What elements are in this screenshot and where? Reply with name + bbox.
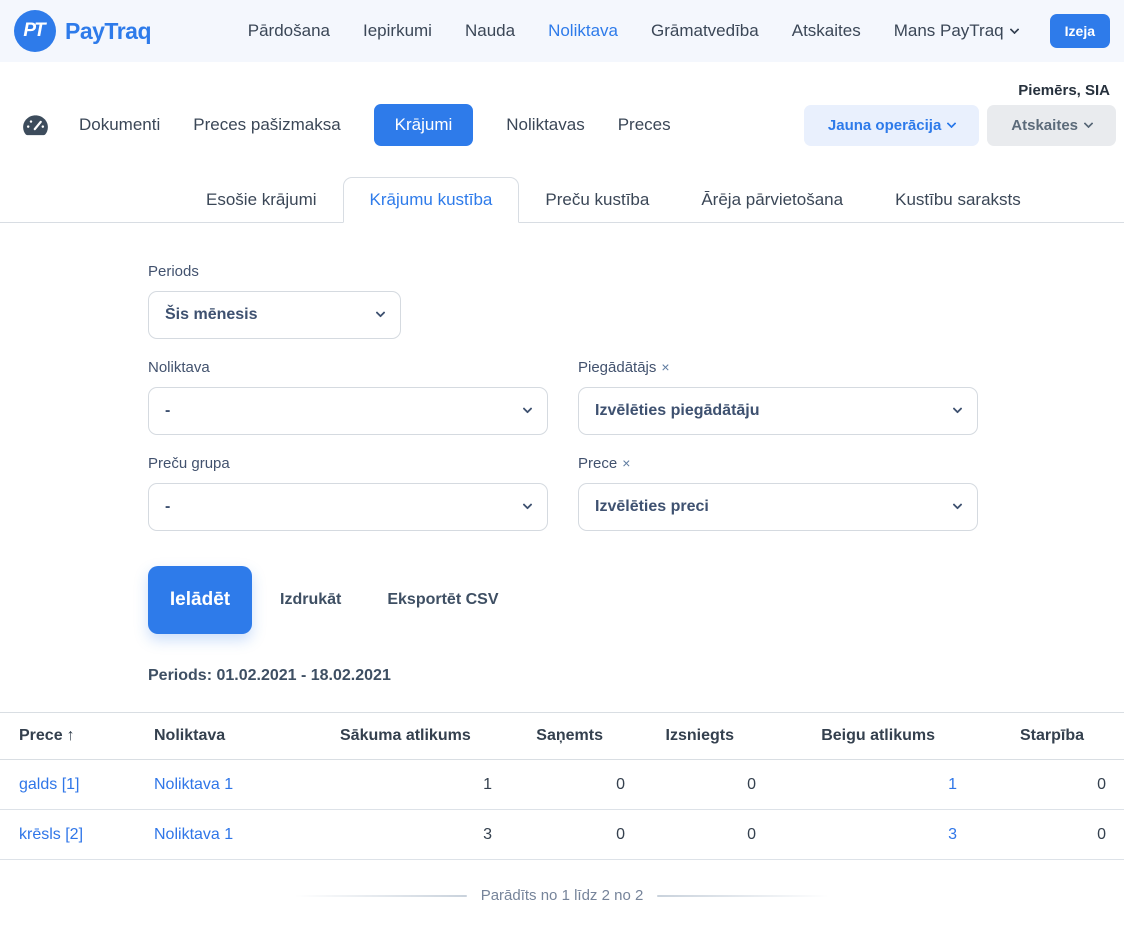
clear-filter-icon[interactable]: × bbox=[661, 359, 669, 375]
reports-button[interactable]: Atskaites bbox=[987, 104, 1116, 146]
closing-balance-link[interactable]: 1 bbox=[948, 776, 957, 793]
difference-value: 0 bbox=[975, 809, 1124, 860]
sort-asc-icon: ↑ bbox=[66, 727, 75, 744]
tab-areja-parvietosana[interactable]: Ārēja pārvietošana bbox=[675, 178, 869, 222]
tab-bar: Esošie krājumi Krājumu kustība Preču kus… bbox=[0, 177, 1124, 223]
stock-movement-table: Prece ↑ Noliktava Sākuma atlikums Saņemts… bbox=[0, 712, 1124, 860]
supplier-select[interactable]: Izvēlēties piegādātāju bbox=[578, 387, 978, 435]
received-value: 0 bbox=[510, 809, 643, 860]
module-item-noliktavas[interactable]: Noliktavas bbox=[506, 115, 584, 135]
period-select[interactable]: Šis mēnesis bbox=[148, 291, 401, 339]
module-item-dokumenti[interactable]: Dokumenti bbox=[79, 115, 160, 135]
warehouse-select[interactable]: - bbox=[148, 387, 548, 435]
module-item-krajumi[interactable]: Krājumi bbox=[373, 104, 474, 146]
tab-esosie-krajumi[interactable]: Esošie krājumi bbox=[180, 178, 343, 222]
nav-item-pardosana[interactable]: Pārdošana bbox=[248, 21, 330, 41]
nav-item-nauda[interactable]: Nauda bbox=[465, 21, 515, 41]
nav-item-iepirkumi[interactable]: Iepirkumi bbox=[363, 21, 432, 41]
table-row: galds [1] Noliktava 1 1 0 0 1 0 bbox=[0, 759, 1124, 810]
product-group-select[interactable]: - bbox=[148, 483, 548, 531]
chevron-down-icon bbox=[952, 499, 963, 510]
clear-filter-icon[interactable]: × bbox=[622, 455, 630, 471]
column-header-sanemts[interactable]: Saņemts bbox=[510, 712, 643, 760]
column-header-izsniegts[interactable]: Izsniegts bbox=[643, 712, 774, 760]
chevron-down-icon bbox=[1083, 118, 1094, 129]
column-header-prece[interactable]: Prece ↑ bbox=[0, 712, 135, 760]
top-bar: PT PayTraq Pārdošana Iepirkumi Nauda Nol… bbox=[0, 0, 1124, 62]
tab-krajumu-kustiba[interactable]: Krājumu kustība bbox=[342, 177, 520, 223]
export-csv-button[interactable]: Eksportēt CSV bbox=[387, 591, 498, 609]
product-link[interactable]: krēsls [2] bbox=[19, 826, 83, 843]
actions-row: Ielādēt Izdrukāt Eksportēt CSV bbox=[0, 566, 1124, 634]
issued-value: 0 bbox=[643, 759, 774, 810]
main-nav: Pārdošana Iepirkumi Nauda Noliktava Grām… bbox=[248, 21, 1020, 41]
chevron-down-icon bbox=[522, 403, 533, 414]
company-name: Piemērs, SIA bbox=[1018, 82, 1110, 99]
product-link[interactable]: galds [1] bbox=[19, 776, 79, 793]
chevron-down-icon bbox=[946, 118, 957, 129]
divider bbox=[294, 894, 467, 897]
module-item-preces[interactable]: Preces bbox=[618, 115, 671, 135]
module-item-preces-pasizmaksa[interactable]: Preces pašizmaksa bbox=[193, 115, 340, 135]
filter-section: Periods Šis mēnesis Noliktava - Piegādāt… bbox=[0, 263, 1124, 531]
period-label: Periods bbox=[148, 263, 199, 280]
divider bbox=[657, 894, 830, 897]
table-row: krēsls [2] Noliktava 1 3 0 0 3 0 bbox=[0, 809, 1124, 860]
received-value: 0 bbox=[510, 759, 643, 810]
nav-item-mans-paytraq[interactable]: Mans PayTraq bbox=[894, 21, 1020, 41]
column-header-sakuma-atlikums[interactable]: Sākuma atlikums bbox=[340, 712, 510, 760]
column-header-starpiba[interactable]: Starpība bbox=[975, 712, 1124, 760]
chevron-down-icon bbox=[375, 307, 386, 318]
chevron-down-icon bbox=[522, 499, 533, 510]
nav-item-gramatvediba[interactable]: Grāmatvedība bbox=[651, 21, 759, 41]
pagination-text: Parādīts no 1 līdz 2 no 2 bbox=[480, 887, 644, 904]
load-button[interactable]: Ielādēt bbox=[148, 566, 252, 634]
module-actions: Jauna operācija Atskaites bbox=[803, 104, 1116, 146]
product-select[interactable]: Izvēlēties preci bbox=[578, 483, 978, 531]
column-header-noliktava[interactable]: Noliktava bbox=[135, 712, 340, 760]
paytraq-logo-icon: PT bbox=[14, 10, 56, 52]
logout-button[interactable]: Izeja bbox=[1049, 14, 1110, 48]
warehouse-label: Noliktava bbox=[148, 359, 210, 376]
column-header-beigu-atlikums[interactable]: Beigu atlikums bbox=[774, 712, 975, 760]
product-label: Prece × bbox=[578, 455, 631, 472]
table-header-row: Prece ↑ Noliktava Sākuma atlikums Saņemts… bbox=[0, 712, 1124, 760]
difference-value: 0 bbox=[975, 759, 1124, 810]
opening-balance-value: 1 bbox=[340, 759, 510, 810]
pagination: Parādīts no 1 līdz 2 no 2 bbox=[0, 887, 1124, 904]
chevron-down-icon bbox=[1009, 24, 1020, 35]
issued-value: 0 bbox=[643, 809, 774, 860]
paytraq-logo[interactable]: PT PayTraq bbox=[14, 10, 152, 52]
paytraq-logo-text: PayTraq bbox=[65, 17, 152, 44]
new-operation-button[interactable]: Jauna operācija bbox=[803, 104, 980, 146]
product-group-label: Preču grupa bbox=[148, 455, 230, 472]
module-nav: Dokumenti Preces pašizmaksa Krājumi Noli… bbox=[0, 103, 1124, 147]
print-button[interactable]: Izdrukāt bbox=[280, 591, 341, 609]
warehouse-link[interactable]: Noliktava 1 bbox=[154, 826, 233, 843]
supplier-label: Piegādātājs × bbox=[578, 359, 670, 376]
chevron-down-icon bbox=[952, 403, 963, 414]
tab-precu-kustiba[interactable]: Preču kustība bbox=[519, 178, 675, 222]
warehouse-link[interactable]: Noliktava 1 bbox=[154, 776, 233, 793]
tab-kustibu-saraksts[interactable]: Kustību saraksts bbox=[869, 178, 1047, 222]
closing-balance-link[interactable]: 3 bbox=[948, 826, 957, 843]
nav-item-atskaites[interactable]: Atskaites bbox=[792, 21, 861, 41]
dashboard-gauge-icon[interactable] bbox=[22, 114, 49, 137]
period-summary: Periods: 01.02.2021 - 18.02.2021 bbox=[148, 667, 391, 684]
opening-balance-value: 3 bbox=[340, 809, 510, 860]
nav-item-noliktava[interactable]: Noliktava bbox=[548, 21, 618, 41]
